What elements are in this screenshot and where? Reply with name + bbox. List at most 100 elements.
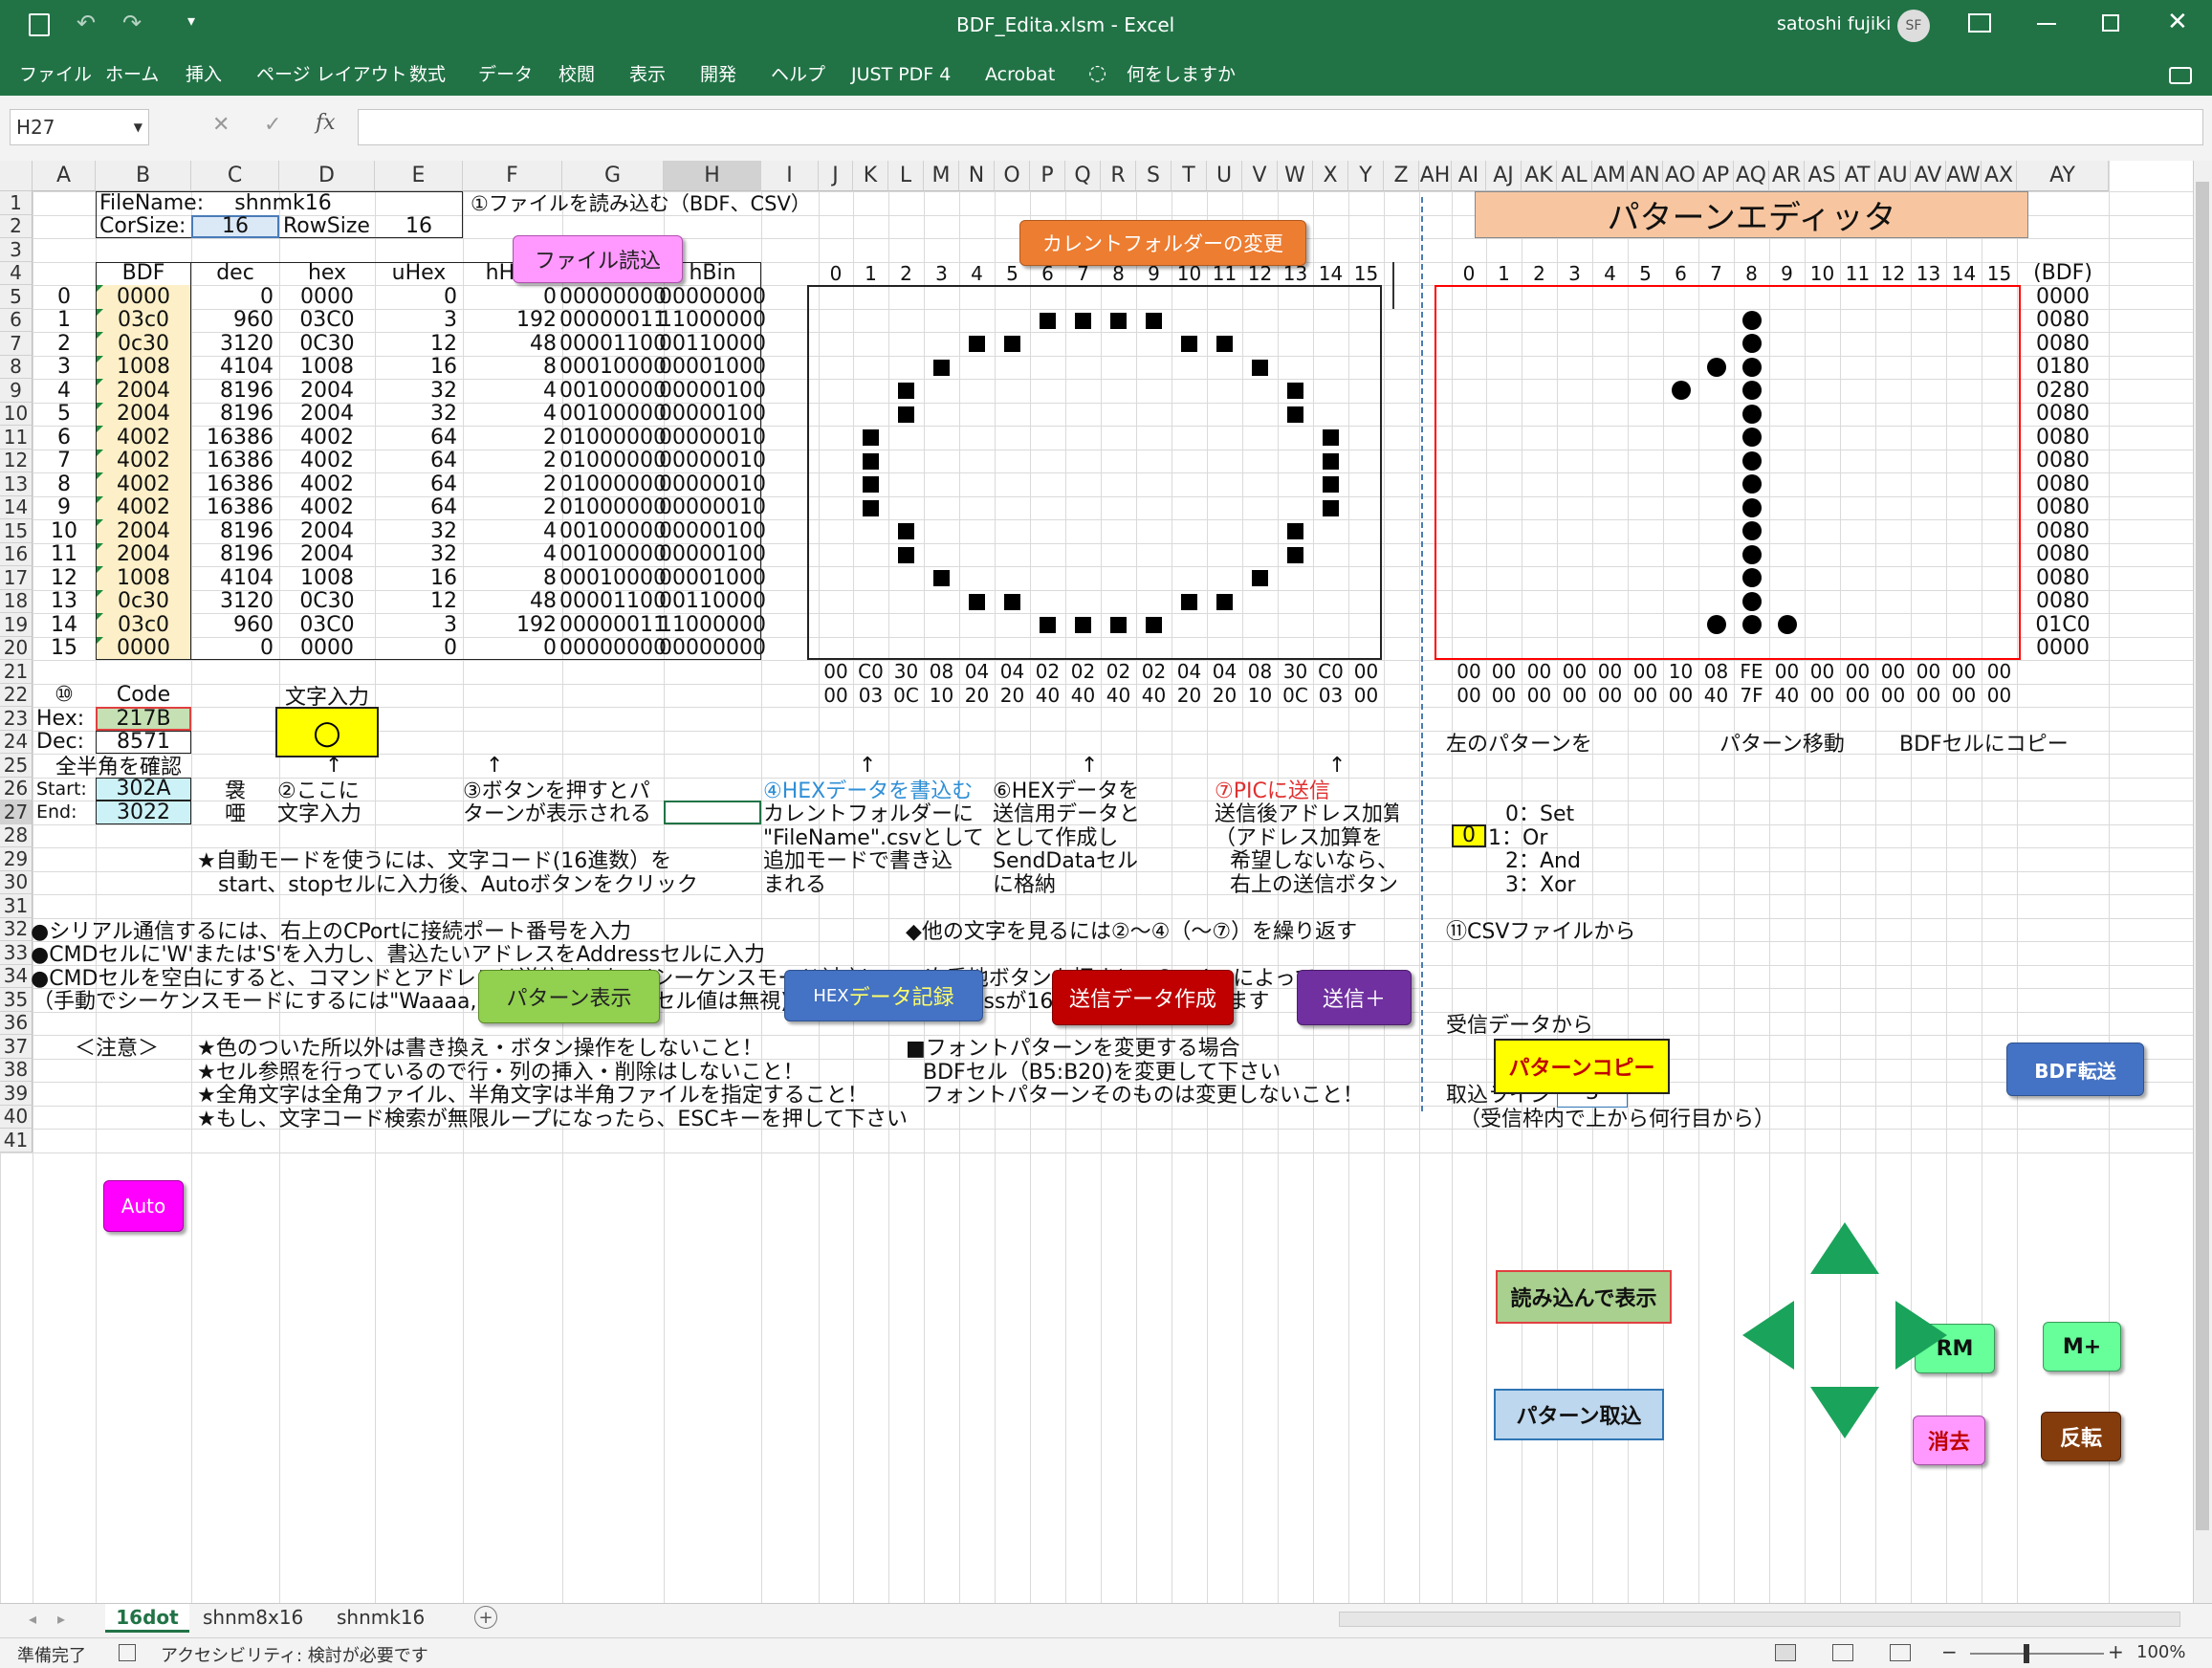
save-icon[interactable] (29, 13, 50, 36)
row-header[interactable]: 9 (0, 379, 33, 403)
row-index[interactable]: 7 (33, 449, 96, 472)
left-pattern-frame[interactable] (807, 285, 1382, 660)
pixel-square[interactable] (1251, 359, 1268, 376)
bdf-row-value[interactable]: 01C0 (2017, 613, 2109, 637)
pixel-dot[interactable] (1741, 544, 1762, 564)
char-input-cell[interactable]: ○ (275, 707, 379, 757)
tab-just-pdf[interactable]: JUST PDF 4 (851, 54, 951, 96)
pixel-square[interactable] (1039, 617, 1056, 634)
tab-help[interactable]: ヘルプ (771, 54, 825, 96)
pixel-square[interactable] (1322, 499, 1339, 516)
row-header[interactable]: 35 (0, 988, 33, 1012)
pixel-dot[interactable] (1741, 568, 1762, 588)
end-char[interactable]: 唖 (191, 801, 279, 826)
tab-file[interactable]: ファイル (19, 54, 92, 96)
grid-col-label[interactable]: 7 (1698, 262, 1734, 286)
bdf-row-value[interactable]: 0080 (2017, 589, 2109, 613)
pixel-dot[interactable] (1741, 591, 1762, 611)
byte-upper[interactable]: 00 (819, 660, 853, 684)
column-header[interactable]: AN (1628, 161, 1663, 191)
bdf-row-value[interactable]: 0080 (2017, 542, 2109, 566)
start-code-cell[interactable]: 302A (96, 777, 191, 801)
formula-input[interactable] (358, 109, 2203, 145)
column-header[interactable]: D (279, 161, 375, 191)
column-header[interactable]: AI (1452, 161, 1486, 191)
macro-record-icon[interactable] (119, 1644, 136, 1661)
row-header[interactable]: 39 (0, 1082, 33, 1106)
row-header[interactable]: 8 (0, 355, 33, 379)
row-header[interactable]: 14 (0, 495, 33, 519)
byte-lower[interactable]: 00 (1452, 684, 1486, 708)
pixel-dot[interactable] (1706, 615, 1726, 635)
grid-col-label[interactable]: 14 (1313, 262, 1348, 286)
column-header[interactable]: I (761, 161, 819, 191)
row-header[interactable]: 11 (0, 426, 33, 450)
column-header[interactable]: AW (1946, 161, 1982, 191)
enter-icon[interactable]: ✓ (264, 113, 281, 137)
pixel-square[interactable] (1322, 476, 1339, 494)
bdf-row-value[interactable]: 0080 (2017, 519, 2109, 543)
customize-qat-icon[interactable]: ▾ (187, 11, 195, 30)
byte-lower[interactable]: 40 (1698, 684, 1734, 708)
byte-lower[interactable]: 00 (1592, 684, 1628, 708)
tab-page-layout[interactable]: ページ レイアウト (256, 54, 407, 96)
byte-upper[interactable]: 00 (1805, 660, 1840, 684)
row-index[interactable]: 5 (33, 402, 96, 426)
byte-upper[interactable]: 10 (1663, 660, 1698, 684)
column-header[interactable]: O (995, 161, 1030, 191)
rowsize-label[interactable]: RowSize (279, 214, 375, 238)
row-index[interactable]: 9 (33, 495, 96, 519)
pixel-square[interactable] (862, 476, 879, 494)
byte-upper[interactable]: FE (1734, 660, 1769, 684)
selected-cell-H27[interactable] (664, 801, 761, 824)
pattern-take-button[interactable]: パターン取込 (1494, 1389, 1664, 1440)
hex-label[interactable]: Hex: (33, 707, 96, 731)
byte-upper[interactable]: C0 (1313, 660, 1348, 684)
byte-lower[interactable]: 40 (1136, 684, 1172, 708)
column-header[interactable]: L (888, 161, 924, 191)
pixel-square[interactable] (897, 383, 914, 400)
byte-lower[interactable]: 00 (1911, 684, 1946, 708)
byte-lower[interactable]: 03 (853, 684, 888, 708)
row-index[interactable]: 12 (33, 566, 96, 590)
byte-upper[interactable]: 00 (1348, 660, 1384, 684)
row-index[interactable]: 15 (33, 636, 96, 660)
step10-label[interactable]: ⑩ (33, 683, 96, 707)
byte-upper[interactable]: 00 (1982, 660, 2017, 684)
byte-lower[interactable]: 40 (1101, 684, 1136, 708)
byte-upper[interactable]: 00 (1946, 660, 1982, 684)
bdf-row-value[interactable]: 0080 (2017, 566, 2109, 590)
start-label[interactable]: Start: (33, 778, 96, 801)
byte-upper[interactable]: 02 (1065, 660, 1101, 684)
grid-col-label[interactable]: 0 (1452, 262, 1486, 286)
column-header[interactable]: AK (1522, 161, 1557, 191)
grid-col-label[interactable]: 15 (1982, 262, 2017, 286)
pixel-dot[interactable] (1777, 615, 1797, 635)
byte-lower[interactable]: 00 (1557, 684, 1592, 708)
row-header[interactable]: 15 (0, 519, 33, 543)
grid-col-label[interactable]: 11 (1840, 262, 1875, 286)
tab-review[interactable]: 校閲 (558, 54, 595, 96)
tab-insert[interactable]: 挿入 (186, 54, 222, 96)
tab-formulas[interactable]: 数式 (409, 54, 446, 96)
char-input-label[interactable]: 文字入力 (279, 684, 375, 710)
row-index[interactable]: 3 (33, 355, 96, 379)
pixel-dot[interactable] (1671, 381, 1691, 401)
pixel-dot[interactable] (1741, 334, 1762, 354)
row-index[interactable]: 8 (33, 472, 96, 496)
column-header[interactable]: AL (1557, 161, 1592, 191)
row-index[interactable]: 1 (33, 308, 96, 332)
column-header[interactable]: AT (1840, 161, 1875, 191)
pixel-dot[interactable] (1741, 357, 1762, 377)
column-header[interactable]: B (96, 161, 191, 191)
row-header[interactable]: 6 (0, 308, 33, 332)
byte-upper[interactable]: 00 (1557, 660, 1592, 684)
pixel-square[interactable] (1216, 593, 1233, 610)
grid-col-label[interactable]: 5 (1628, 262, 1663, 286)
bdf-row-value[interactable]: 0080 (2017, 495, 2109, 519)
column-header[interactable]: AY (2017, 161, 2109, 191)
grid-col-label[interactable]: 15 (1348, 262, 1384, 286)
insert-function-icon[interactable]: fx (316, 111, 336, 135)
change-folder-button[interactable]: カレントフォルダーの変更 (1019, 220, 1306, 266)
byte-lower[interactable]: 20 (959, 684, 995, 708)
